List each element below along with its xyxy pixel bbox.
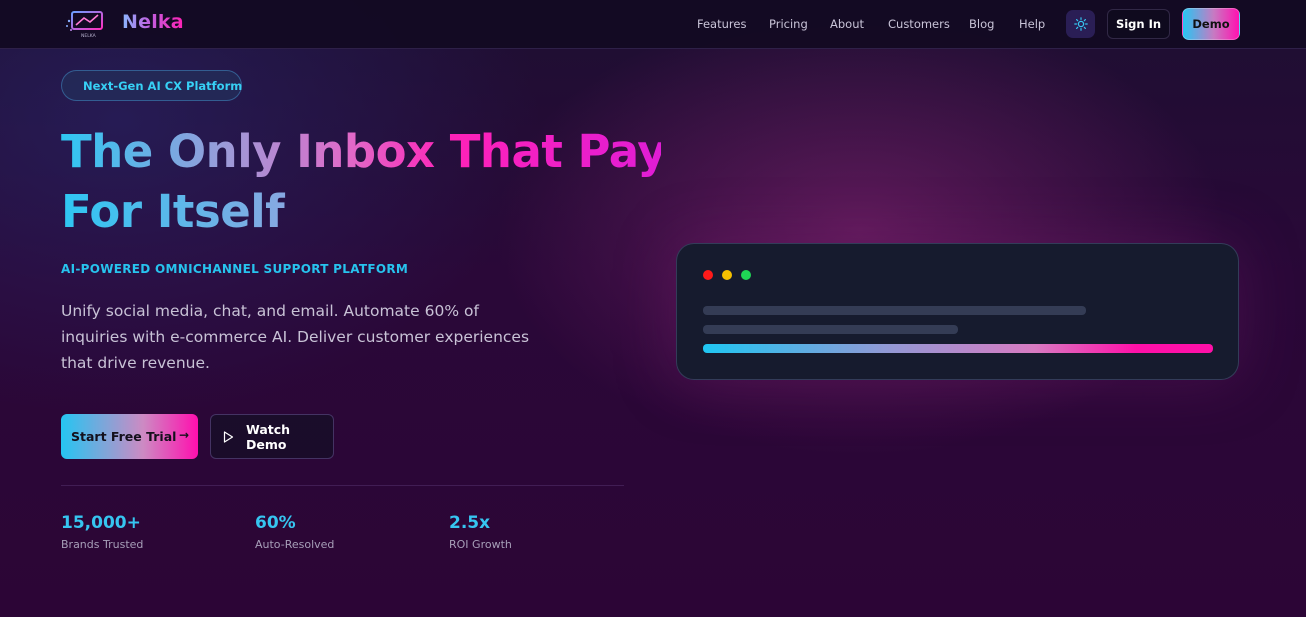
stat-value: 15,000+ <box>61 513 141 533</box>
placeholder-line-2 <box>703 325 958 334</box>
sign-in-button[interactable]: Sign In <box>1107 9 1170 39</box>
badge-label: Next-Gen AI CX Platform <box>83 78 243 93</box>
stat-label: ROI Growth <box>449 538 512 551</box>
sun-icon <box>1073 17 1088 31</box>
hero-headline: The Only Inbox That Pays For Itself <box>61 122 693 242</box>
demo-button[interactable]: Demo <box>1182 8 1240 40</box>
stat-value: 60% <box>255 513 296 533</box>
stat-value: 2.5x <box>449 513 491 533</box>
stat-roi: 2.5x ROI Growth <box>449 513 512 551</box>
nav-link-about[interactable]: About <box>830 17 864 31</box>
headline-line-1: The Only Inbox That Pays <box>61 122 693 182</box>
nav-link-blog[interactable]: Blog <box>969 17 994 31</box>
logo-icon: NELKA <box>66 11 103 39</box>
watch-demo-label: Watch Demo <box>246 421 291 452</box>
product-mockup-card <box>676 243 1239 380</box>
nav-link-customers[interactable]: Customers <box>888 17 950 31</box>
window-dot-close <box>703 270 713 280</box>
brand-logo[interactable]: NELKA <box>64 9 108 39</box>
brand-name[interactable]: Nelka <box>122 11 184 33</box>
watch-demo-button[interactable]: Watch Demo <box>210 414 334 459</box>
stat-brands: 15,000+ Brands Trusted <box>61 513 143 551</box>
stat-label: Brands Trusted <box>61 538 144 551</box>
nav-link-features[interactable]: Features <box>697 17 746 31</box>
nav-link-pricing[interactable]: Pricing <box>769 17 808 31</box>
hero-kicker: AI-POWERED OMNICHANNEL SUPPORT PLATFORM <box>61 262 409 276</box>
hero-description: Unify social media, chat, and email. Aut… <box>61 302 530 372</box>
arrow-right-icon: → <box>178 428 189 442</box>
stat-auto-resolved: 60% Auto-Resolved <box>255 513 334 551</box>
placeholder-line-1 <box>703 306 1086 315</box>
play-icon <box>223 430 234 443</box>
hero-badge: Next-Gen AI CX Platform <box>61 70 242 101</box>
headline-line-2: For Itself <box>61 182 661 242</box>
stat-label: Auto-Resolved <box>255 538 335 551</box>
stats-divider <box>61 485 624 486</box>
start-free-trial-label: Start Free Trial <box>71 429 177 444</box>
logo-wordmark: NELKA <box>81 33 97 39</box>
window-dot-maximize <box>741 270 751 280</box>
progress-bar <box>703 344 1213 353</box>
nav-link-help[interactable]: Help <box>1019 17 1045 31</box>
window-dot-minimize <box>722 270 732 280</box>
start-free-trial-button[interactable]: Start Free Trial → <box>61 414 198 459</box>
top-navbar: NELKA Nelka Features Pricing About Custo… <box>0 0 1306 49</box>
theme-toggle-button[interactable] <box>1066 10 1095 38</box>
